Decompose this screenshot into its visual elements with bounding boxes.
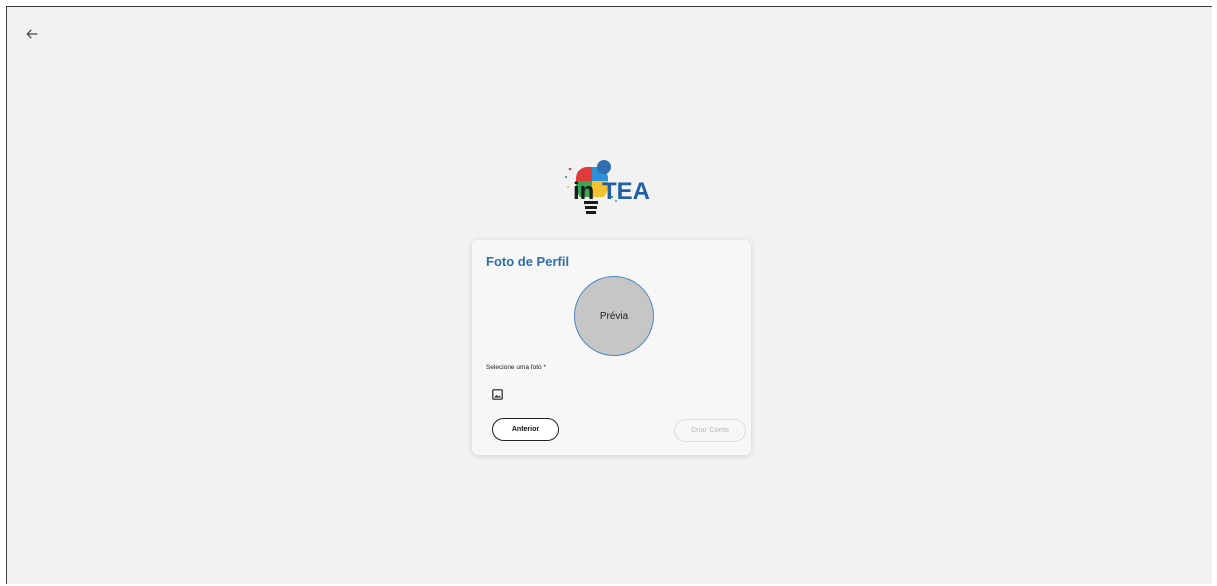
intea-logo: in TEA (562, 157, 672, 231)
back-button[interactable] (21, 23, 43, 45)
card-title: Foto de Perfil (486, 254, 570, 269)
logo-text-tea: TEA (602, 178, 650, 205)
image-icon (491, 388, 503, 400)
lightbulb-puzzle-logo: in TEA (565, 160, 650, 214)
arrow-left-icon (26, 29, 38, 39)
photo-file-input[interactable] (490, 387, 504, 401)
previous-button[interactable]: Anterior (492, 418, 559, 441)
profile-photo-card: Foto de Perfil Prévia Selecione uma foto… (472, 240, 751, 455)
preview-label: Prévia (599, 310, 629, 322)
create-account-button[interactable]: Criar Conta (674, 419, 746, 442)
logo-text-in: in (573, 178, 594, 205)
photo-preview: Prévia (574, 276, 654, 356)
app-window: in TEA Foto de Perfil Prévia Selecione u… (6, 6, 1212, 584)
photo-field-label: Selecione uma foto * (486, 364, 546, 371)
